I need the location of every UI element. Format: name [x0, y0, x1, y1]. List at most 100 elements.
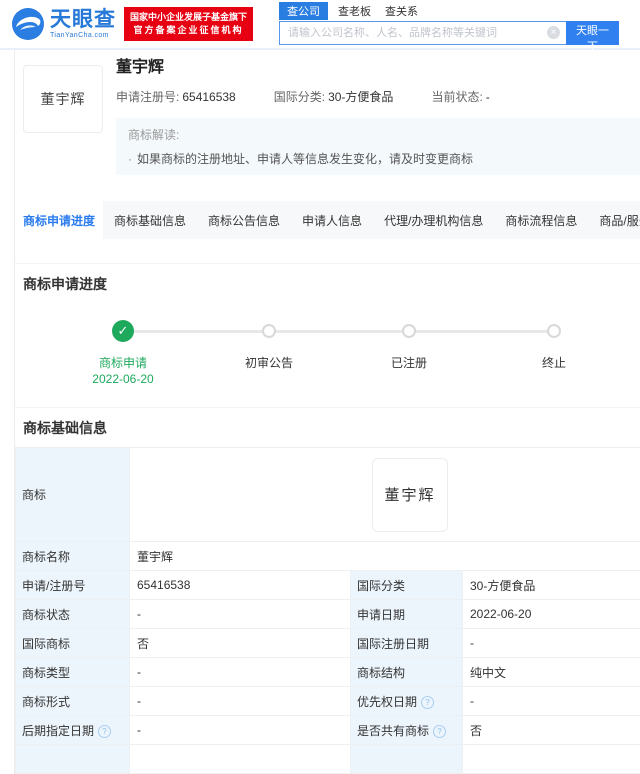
row-label [351, 745, 463, 774]
basic-info-heading: 商标基础信息 [15, 408, 640, 435]
table-row: 商标类型 -商标结构 纯中文 [16, 658, 640, 687]
info-value: 30-方便食品 [328, 90, 393, 104]
logo-domain: TianYanCha.com [50, 32, 116, 39]
row-label: 国际商标 [16, 629, 130, 658]
tianyancha-logo-icon [10, 6, 46, 42]
row-label: 商标结构 [351, 658, 463, 687]
info-label: 申请注册号: [116, 90, 179, 104]
row-label: 商标形式 [16, 687, 130, 716]
note-text: 如果商标的注册地址、申请人等信息发生变化，请及时变更商标 [137, 152, 473, 166]
content-tab[interactable]: 商标基础信息 [103, 201, 197, 239]
step-pending-circle-icon [402, 324, 416, 338]
trademark-detail-card: 董宇辉 董宇辉 申请注册号:65416538国际分类:30-方便食品当前状态:-… [14, 50, 640, 774]
info-value: 65416538 [182, 90, 235, 104]
search-input[interactable] [279, 21, 566, 45]
table-row: 申请/注册号 65416538 国际分类 30-方便食品 [16, 571, 640, 600]
trademark-header: 董宇辉 董宇辉 申请注册号:65416538国际分类:30-方便食品当前状态:-… [15, 50, 640, 201]
info-value: - [486, 90, 490, 104]
trademark-image-text: 董宇辉 [384, 484, 435, 505]
row-label: 后期指定日期? [16, 716, 130, 745]
step-pending-circle-icon [262, 324, 276, 338]
row-value: - [130, 716, 351, 745]
cell-value-text: 否 [137, 637, 149, 651]
page-title: 董宇辉 [116, 59, 640, 77]
search-tabs: 查公司查老板查关系 [279, 3, 619, 18]
step-label: 初审公告 [209, 354, 329, 371]
progress-stepper: ✓ 商标申请2022-06-20 初审公告 已注册 终止 [15, 302, 640, 387]
row-value: 65416538 [130, 571, 351, 600]
search-tab[interactable]: 查公司 [279, 2, 328, 20]
content-tab[interactable]: 申请人信息 [291, 201, 373, 239]
trademark-info-item: 国际分类:30-方便食品 [274, 88, 394, 105]
row-value: - [463, 629, 640, 658]
certification-badge: 国家中小企业发展子基金旗下 官方备案企业征信机构 [124, 7, 253, 41]
content-tab[interactable]: 商标公告信息 [197, 201, 291, 239]
search-tab[interactable]: 查老板 [338, 2, 371, 20]
step-label: 终止 [494, 354, 614, 371]
trademark-info-item: 申请注册号:65416538 [116, 88, 236, 105]
cell-label-text: 申请/注册号 [22, 579, 85, 593]
cell-value-text: - [137, 607, 141, 621]
row-label: 是否共有商标? [351, 716, 463, 745]
row-value: 董宇辉 [130, 542, 640, 571]
row-label: 申请日期 [351, 600, 463, 629]
table-row: 商标形式-优先权日期?- [16, 687, 640, 716]
row-label: 优先权日期? [351, 687, 463, 716]
row-label: 国际分类 [351, 571, 463, 600]
tianyancha-logo[interactable]: 天眼查 TianYanCha.com [10, 6, 116, 42]
cell-label-text: 商标状态 [22, 608, 70, 622]
cell-label-text: 商标结构 [357, 666, 405, 680]
help-icon[interactable]: ? [421, 696, 434, 709]
step-pending-circle-icon [547, 324, 561, 338]
note-line: · 如果商标的注册地址、申请人等信息发生变化，请及时变更商标 [128, 150, 629, 167]
cell-value-text: 30-方便食品 [470, 579, 535, 593]
row-value: 30-方便食品 [463, 571, 640, 600]
row-label: 商标状态 [16, 600, 130, 629]
bullet-icon: · [128, 152, 132, 166]
badge-line2: 官方备案企业征信机构 [130, 24, 247, 37]
row-label: 国际注册日期 [351, 629, 463, 658]
cell-value-text: - [470, 636, 474, 650]
row-value: 纯中文 [463, 658, 640, 687]
site-header: 天眼查 TianYanCha.com 国家中小企业发展子基金旗下 官方备案企业征… [0, 0, 640, 50]
cell-label-text: 国际商标 [22, 637, 70, 651]
help-icon[interactable]: ? [98, 725, 111, 738]
search-button[interactable]: 天眼一下 [566, 21, 619, 45]
cell-label-text: 商标类型 [22, 666, 70, 680]
content-tab[interactable]: 商标流程信息 [494, 201, 588, 239]
cell-label-text: 后期指定日期 [22, 724, 94, 738]
row-value: - [130, 687, 351, 716]
content-tabs: 商标申请进度商标基础信息商标公告信息申请人信息代理/办理机构信息商标流程信息商品… [15, 201, 640, 239]
trademark-image[interactable]: 董宇辉 [372, 458, 448, 532]
row-value: 2022-06-20 [463, 600, 640, 629]
table-row: 商标 董宇辉 [16, 448, 640, 542]
search-tab[interactable]: 查关系 [385, 2, 418, 20]
cell-value-text: 2022-06-20 [470, 607, 531, 621]
cell-label-text: 申请日期 [357, 608, 405, 622]
step-done-check-icon: ✓ [112, 320, 134, 342]
content-tab[interactable]: 商标申请进度 [15, 201, 103, 239]
row-label: 商标 [16, 448, 130, 542]
trademark-note-box: 商标解读: ·如果商标的注册地址、申请人等信息发生变化，请及时变更商标 [116, 118, 640, 175]
cell-value-text: 65416538 [137, 578, 190, 592]
content-tab[interactable]: 商品/服务项目 [588, 201, 640, 239]
step-label: 已注册 [349, 354, 469, 371]
cell-value-text: 否 [470, 724, 482, 738]
table-row: 后期指定日期?-是否共有商标?否 [16, 716, 640, 745]
trademark-info-row: 申请注册号:65416538国际分类:30-方便食品当前状态:- [116, 88, 640, 105]
stepper-line [123, 330, 554, 333]
cell-label-text: 是否共有商标 [357, 724, 429, 738]
cell-label-text: 优先权日期 [357, 695, 417, 709]
content-tab[interactable]: 代理/办理机构信息 [373, 201, 494, 239]
row-value: - [130, 658, 351, 687]
trademark-thumbnail[interactable]: 董宇辉 [23, 65, 103, 133]
step-label: 商标申请 [63, 354, 183, 371]
progress-heading: 商标申请进度 [15, 264, 640, 291]
table-row: 国际商标 否 国际注册日期- [16, 629, 640, 658]
row-value: 董宇辉 [130, 448, 640, 542]
row-label: 商标类型 [16, 658, 130, 687]
help-icon[interactable]: ? [433, 725, 446, 738]
basic-info-table: 商标 董宇辉 商标名称 董宇辉 申请/注册号65416538国际分类30-方便食… [15, 447, 640, 774]
step-date: 2022-06-20 [63, 372, 183, 386]
clear-icon[interactable]: × [547, 26, 560, 39]
